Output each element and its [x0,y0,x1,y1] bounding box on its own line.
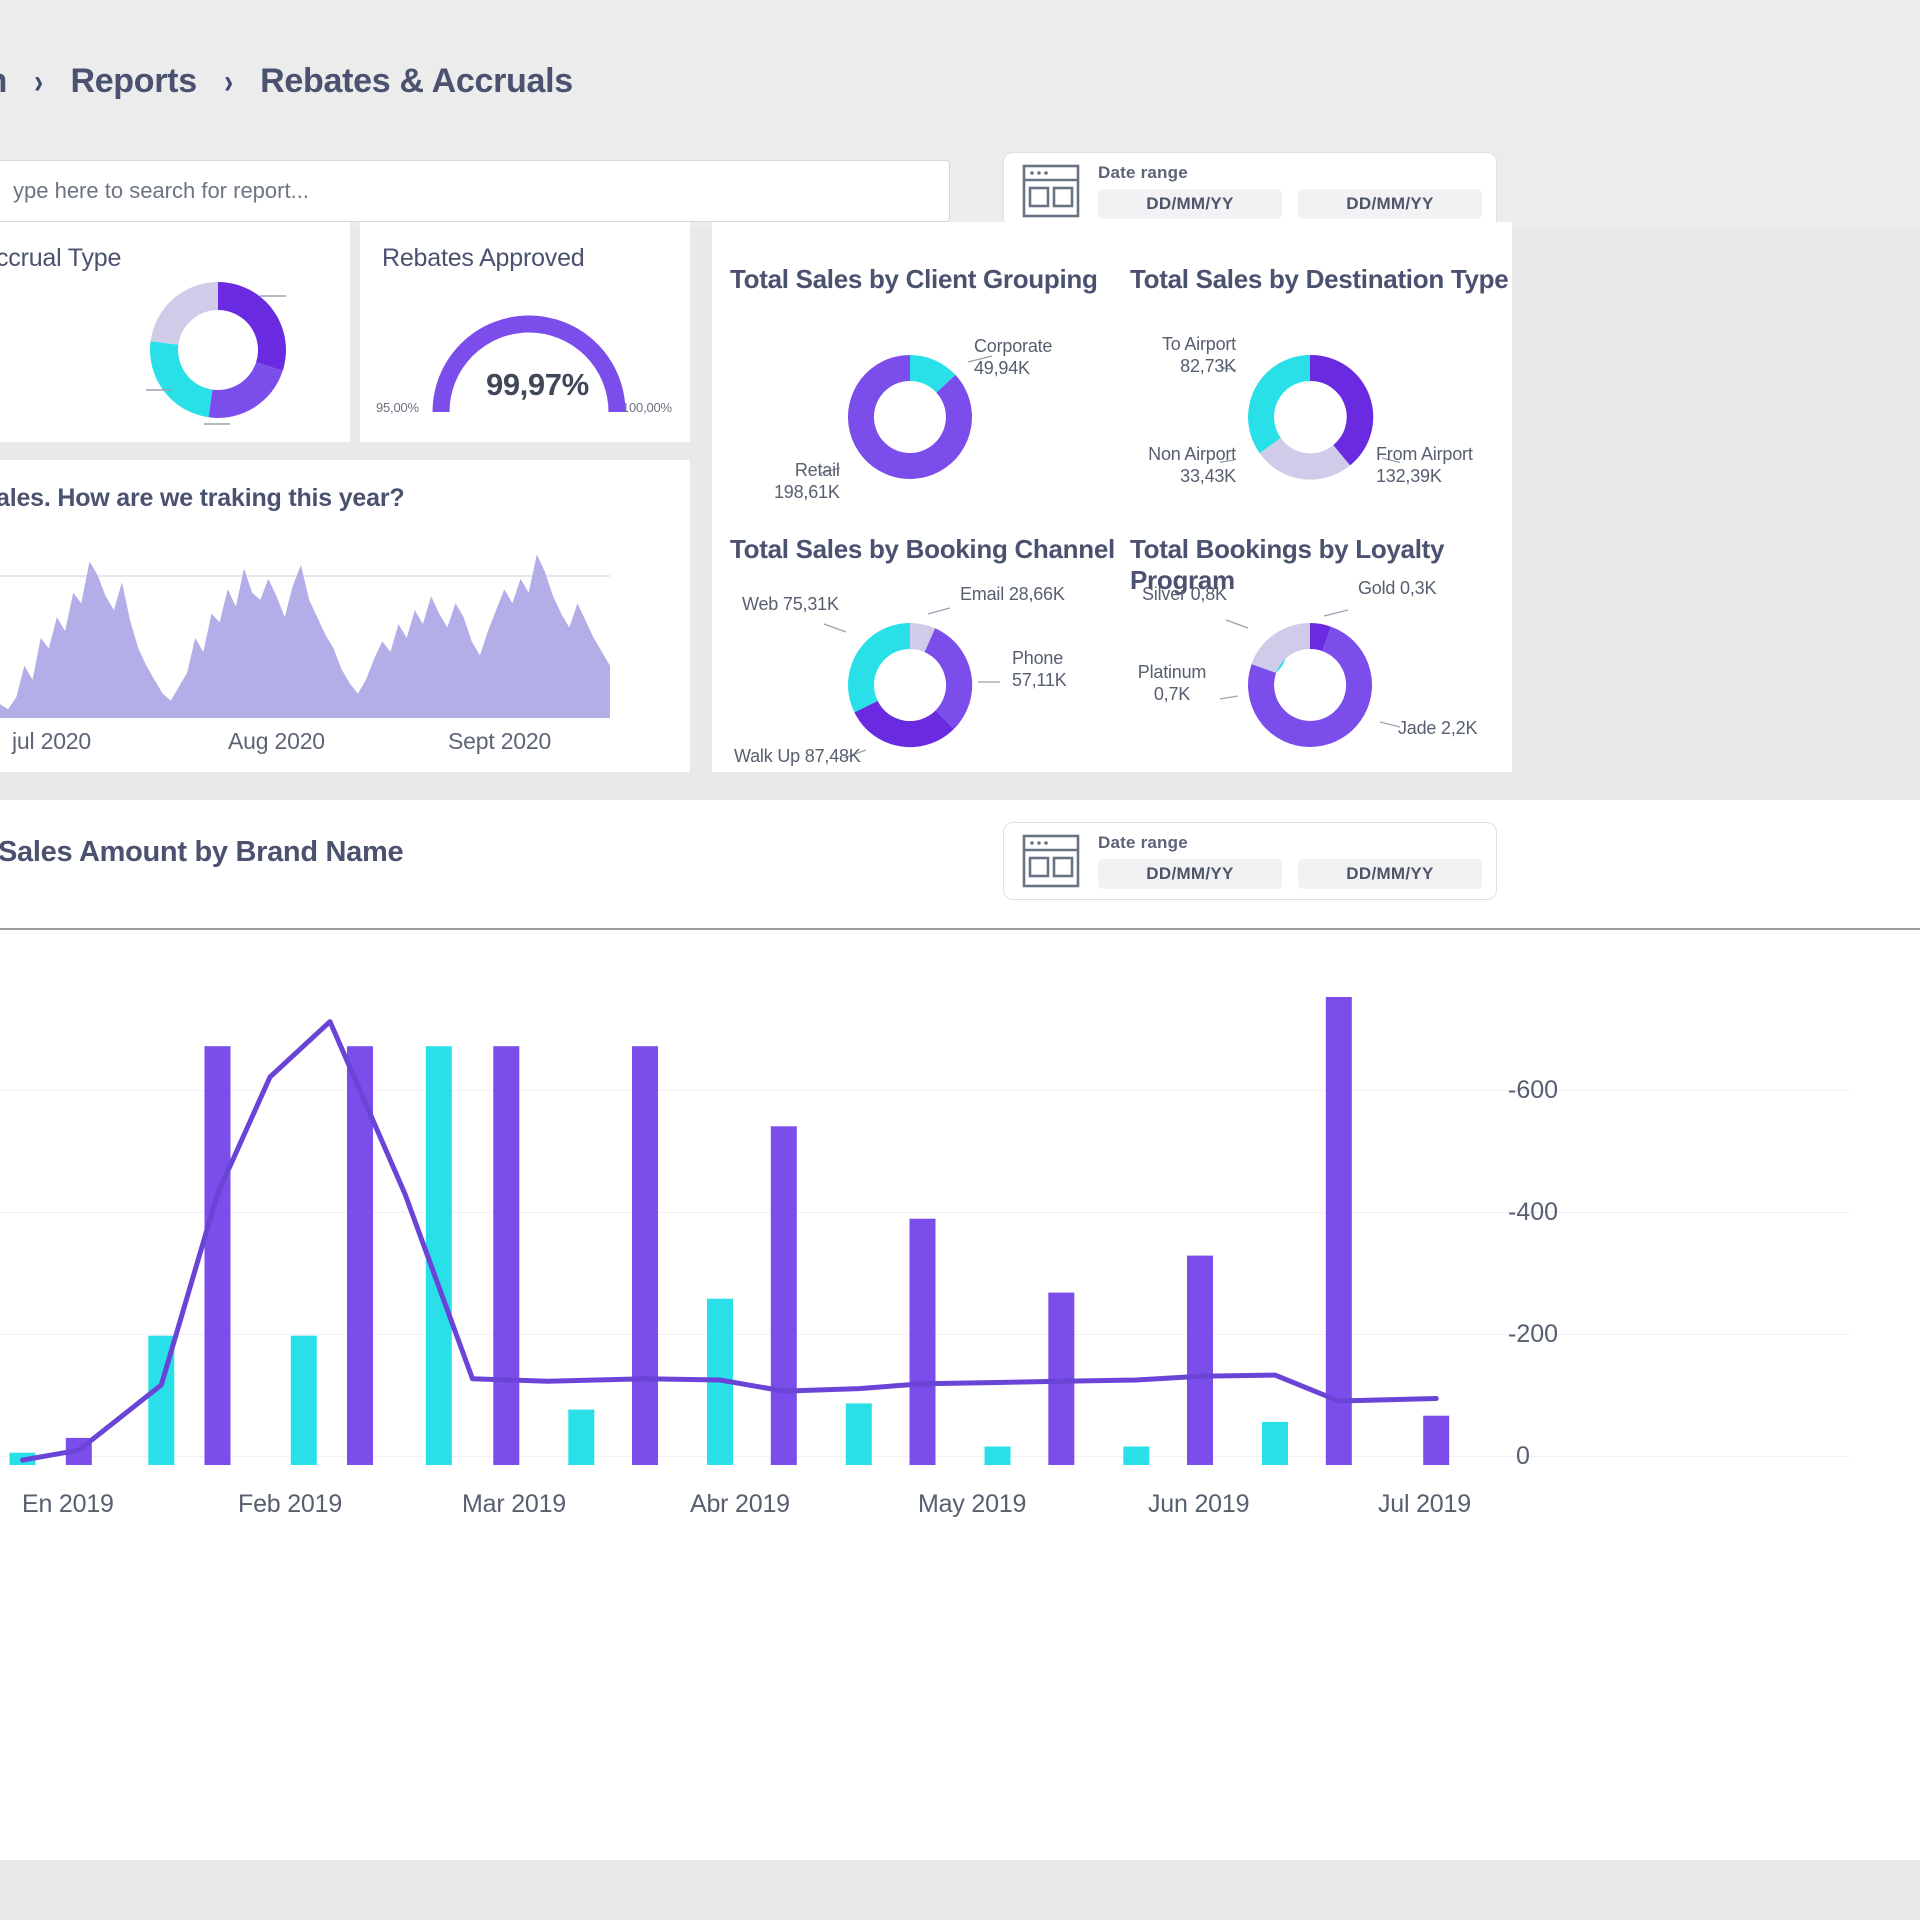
breadcrumb-item-0[interactable]: rstem [0,62,33,101]
label-corporate: Corporate49,94K [974,336,1052,380]
gauge-max-label: 100,00% [622,400,672,415]
label-email: Email 28,66K [960,584,1065,606]
label-gold: Gold 0,3K [1358,578,1436,600]
date-range-label: Date range [1098,163,1482,183]
card-title-rebates: Rebates Approved [382,244,585,273]
xtick-may-2019: May 2019 [918,1490,1026,1519]
bar [1423,1416,1449,1465]
bar [568,1410,594,1465]
date-range-label: Date range [1098,833,1482,853]
date-range-picker-bottom[interactable]: Date range DD/MM/YY DD/MM/YY [1003,822,1497,900]
ytick-right-600: -600 [1508,1076,1558,1105]
label-platinum: Platinum0,7K [1124,662,1220,706]
label-web: Web 75,31K [742,594,839,616]
date-range-picker-top[interactable]: Date range DD/MM/YY DD/MM/YY [1003,152,1497,230]
label-walk-up: Walk Up 87,48K [734,746,861,768]
bar [632,1046,658,1465]
area-chart-plot [0,538,610,718]
date-from-field[interactable]: DD/MM/YY [1098,189,1282,219]
dashboard-page: rstem › Reports › Rebates & Accruals ype… [0,0,1920,1920]
chart-title-destination-type: Total Sales by Destination Type [1130,264,1508,295]
xtick-jun-2019: Jun 2019 [1148,1490,1249,1519]
accrual-type-donut-chart [118,264,318,436]
chart-title-booking-channel: Total Sales by Booking Channel [730,534,1115,565]
xtick-abr-2019: Abr 2019 [690,1490,790,1519]
date-to-field[interactable]: DD/MM/YY [1298,189,1482,219]
card-sales-trend: ales. How are we traking this year? 0K K… [0,460,690,772]
label-phone: Phone57,11K [1012,648,1067,692]
bar [493,1046,519,1465]
xtick-feb-2019: Feb 2019 [238,1490,342,1519]
xtick-jul-2019: Jul 2019 [1378,1490,1471,1519]
label-to-airport: To Airport82,73K [1124,334,1236,378]
label-retail: Retail198,61K [774,460,840,504]
breadcrumb-item-1[interactable]: Reports [44,62,222,101]
loyalty-program-donut-chart [1220,600,1400,770]
top-bar: rstem › Reports › Rebates & Accruals [0,0,1920,148]
card-rebates-approved: Rebates Approved 99,97% 95,00% 100,00% [360,222,690,442]
date-from-field[interactable]: DD/MM/YY [1098,859,1282,889]
label-from-airport: From Airport132,39K [1376,444,1473,488]
breadcrumb: rstem › Reports › Rebates & Accruals [0,62,599,101]
card-sales-breakdowns: Total Sales by Client Grouping Corporate… [712,222,1512,772]
bar [291,1336,317,1465]
bar [771,1126,797,1465]
search-input[interactable]: ype here to search for report... [0,160,950,222]
bottom-panel-title: Sales Amount by Brand Name [0,836,403,869]
area-xtick-0: jul 2020 [12,728,91,755]
calendar-icon [1018,162,1084,220]
search-row: ype here to search for report... Date ra… [0,148,1920,228]
sales-by-brand-chart [0,960,1500,1465]
booking-channel-donut-chart [820,600,1000,770]
calendar-icon [1018,832,1084,890]
ytick-right-0: 0 [1516,1442,1530,1471]
bar [846,1403,872,1465]
bar [1187,1256,1213,1465]
gauge-value: 99,97% [486,367,589,403]
panel-sales-by-brand: Sales Amount by Brand Name Date range DD… [0,800,1920,1860]
client-grouping-donut-chart [820,332,1000,502]
label-silver: Silver 0,8K [1142,584,1227,606]
breadcrumb-item-2[interactable]: Rebates & Accruals [234,62,599,101]
xtick-en-2019: En 2019 [22,1490,114,1519]
chart-title-client-grouping: Total Sales by Client Grouping [730,264,1098,295]
destination-type-donut-chart [1220,332,1400,502]
chevron-right-icon: › [34,65,43,99]
area-xtick-1: Aug 2020 [228,728,325,755]
date-to-field[interactable]: DD/MM/YY [1298,859,1482,889]
card-title-sales-trend: ales. How are we traking this year? [0,484,404,513]
label-jade: Jade 2,2K [1398,718,1477,740]
chevron-right-icon: › [224,65,233,99]
panel-divider [0,928,1920,930]
bar [985,1447,1011,1466]
area-xtick-2: Sept 2020 [448,728,551,755]
bar [910,1219,936,1465]
ytick-right-400: -400 [1508,1198,1558,1227]
bar [205,1046,231,1465]
bar [1262,1422,1288,1465]
bar [1123,1447,1149,1466]
gauge-min-label: 95,00% [376,400,419,415]
label-non-airport: Non Airport33,43K [1116,444,1236,488]
card-accrual-type: ccrual Type [0,222,350,442]
ytick-right-200: -200 [1508,1320,1558,1349]
xtick-mar-2019: Mar 2019 [462,1490,566,1519]
card-title-accrual: ccrual Type [0,244,121,273]
